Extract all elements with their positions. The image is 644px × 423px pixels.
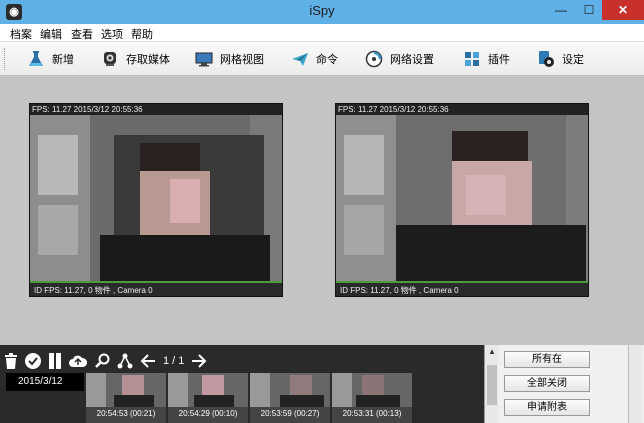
show-all-button[interactable]: 所有在: [504, 351, 590, 368]
media-bar: 1 / 1 2015/3/12 20:54:53 (00:21) 20:54:2…: [0, 345, 644, 423]
search-icon[interactable]: [94, 353, 110, 369]
recording-thumbnail[interactable]: 20:53:59 (00:27): [250, 373, 330, 423]
network-settings-button[interactable]: 网络设置: [364, 47, 434, 71]
menu-bar: 档案 编辑 查看 选项 帮助: [0, 24, 644, 42]
thumbnail-timestamp: 20:53:59 (00:27): [260, 409, 320, 418]
settings-icon: [536, 49, 556, 69]
media-scrollbar[interactable]: ▲: [484, 345, 498, 423]
network-settings-label: 网络设置: [390, 54, 434, 66]
menu-view[interactable]: 查看: [71, 26, 93, 42]
share-tree-icon[interactable]: [117, 353, 133, 369]
plugin-icon: [462, 49, 482, 69]
thumbnail-timestamp: 20:54:53 (00:21): [96, 409, 156, 418]
thumbnail-timestamp: 20:54:29 (00:10): [178, 409, 238, 418]
panel-scrollbar[interactable]: [628, 345, 642, 423]
command-button[interactable]: 命令: [290, 47, 338, 71]
recording-thumbnail[interactable]: 20:54:53 (00:21): [86, 373, 166, 423]
title-bar: ◉ iSpy — ☐ ✕: [0, 0, 644, 24]
command-label: 命令: [316, 54, 338, 66]
trash-icon[interactable]: [4, 353, 18, 369]
check-icon[interactable]: [25, 353, 41, 369]
arrow-left-icon[interactable]: [140, 354, 156, 368]
settings-label: 设定: [562, 54, 584, 66]
close-button[interactable]: ✕: [602, 0, 644, 20]
media-tools: 1 / 1: [4, 349, 214, 373]
cloud-upload-icon[interactable]: [69, 354, 87, 368]
close-all-button[interactable]: 全部关闭: [504, 375, 590, 392]
webcam-icon: [100, 49, 120, 69]
toolbar: 新增 存取媒体 网格视图 命令 网络设置 插件 设定: [0, 42, 644, 76]
network-dial-icon: [364, 49, 384, 69]
media-label: 存取媒体: [126, 54, 170, 66]
recording-thumbnail[interactable]: 20:54:29 (00:10): [168, 373, 248, 423]
media-button[interactable]: 存取媒体: [100, 47, 170, 71]
menu-options[interactable]: 选项: [101, 26, 123, 42]
camera-tile[interactable]: FPS: 11.27 2015/3/12 20:55:36 ID FPS: 11…: [335, 103, 589, 297]
scrollbar-thumb[interactable]: [487, 365, 497, 405]
menu-edit[interactable]: 编辑: [40, 26, 62, 42]
monitor-icon: [194, 49, 214, 69]
camera-workspace: FPS: 11.27 2015/3/12 20:55:36 ID FPS: 11…: [0, 77, 644, 345]
grid-view-button[interactable]: 网格视图: [194, 47, 264, 71]
plugin-button[interactable]: 插件: [462, 47, 510, 71]
minimize-button[interactable]: —: [548, 0, 574, 20]
camera-status-footer: ID FPS: 11.27, 0 物件 , Camera 0: [336, 281, 588, 296]
book-icon[interactable]: [48, 353, 62, 369]
flask-icon: [26, 49, 46, 69]
menu-file[interactable]: 档案: [10, 26, 32, 42]
camera-feed[interactable]: [30, 115, 282, 283]
apply-schedule-button[interactable]: 申请附表: [504, 399, 590, 416]
scroll-up-icon[interactable]: ▲: [485, 345, 499, 359]
camera-actions-panel: 所有在 全部关闭 申请附表: [498, 345, 644, 423]
add-button[interactable]: 新增: [26, 47, 74, 71]
plugin-label: 插件: [488, 54, 510, 66]
camera-header: FPS: 11.27 2015/3/12 20:55:36: [336, 104, 588, 115]
thumbnail-timestamp: 20:53:31 (00:13): [342, 409, 402, 418]
toolbar-grip[interactable]: [4, 48, 7, 70]
recording-thumbnail[interactable]: 20:53:31 (00:13): [332, 373, 412, 423]
add-label: 新增: [52, 54, 74, 66]
maximize-button[interactable]: ☐: [576, 0, 602, 20]
camera-tile[interactable]: FPS: 11.27 2015/3/12 20:55:36 ID FPS: 11…: [29, 103, 283, 297]
grid-view-label: 网格视图: [220, 54, 264, 66]
settings-button[interactable]: 设定: [536, 47, 584, 71]
camera-feed[interactable]: [336, 115, 588, 283]
page-indicator: 1 / 1: [163, 355, 185, 367]
menu-help[interactable]: 帮助: [131, 26, 153, 42]
arrow-right-icon[interactable]: [191, 354, 207, 368]
camera-status-footer: ID FPS: 11.27, 0 物件 , Camera 0: [30, 281, 282, 296]
paper-plane-icon: [290, 49, 310, 69]
camera-header: FPS: 11.27 2015/3/12 20:55:36: [30, 104, 282, 115]
media-date: 2015/3/12: [6, 373, 84, 391]
